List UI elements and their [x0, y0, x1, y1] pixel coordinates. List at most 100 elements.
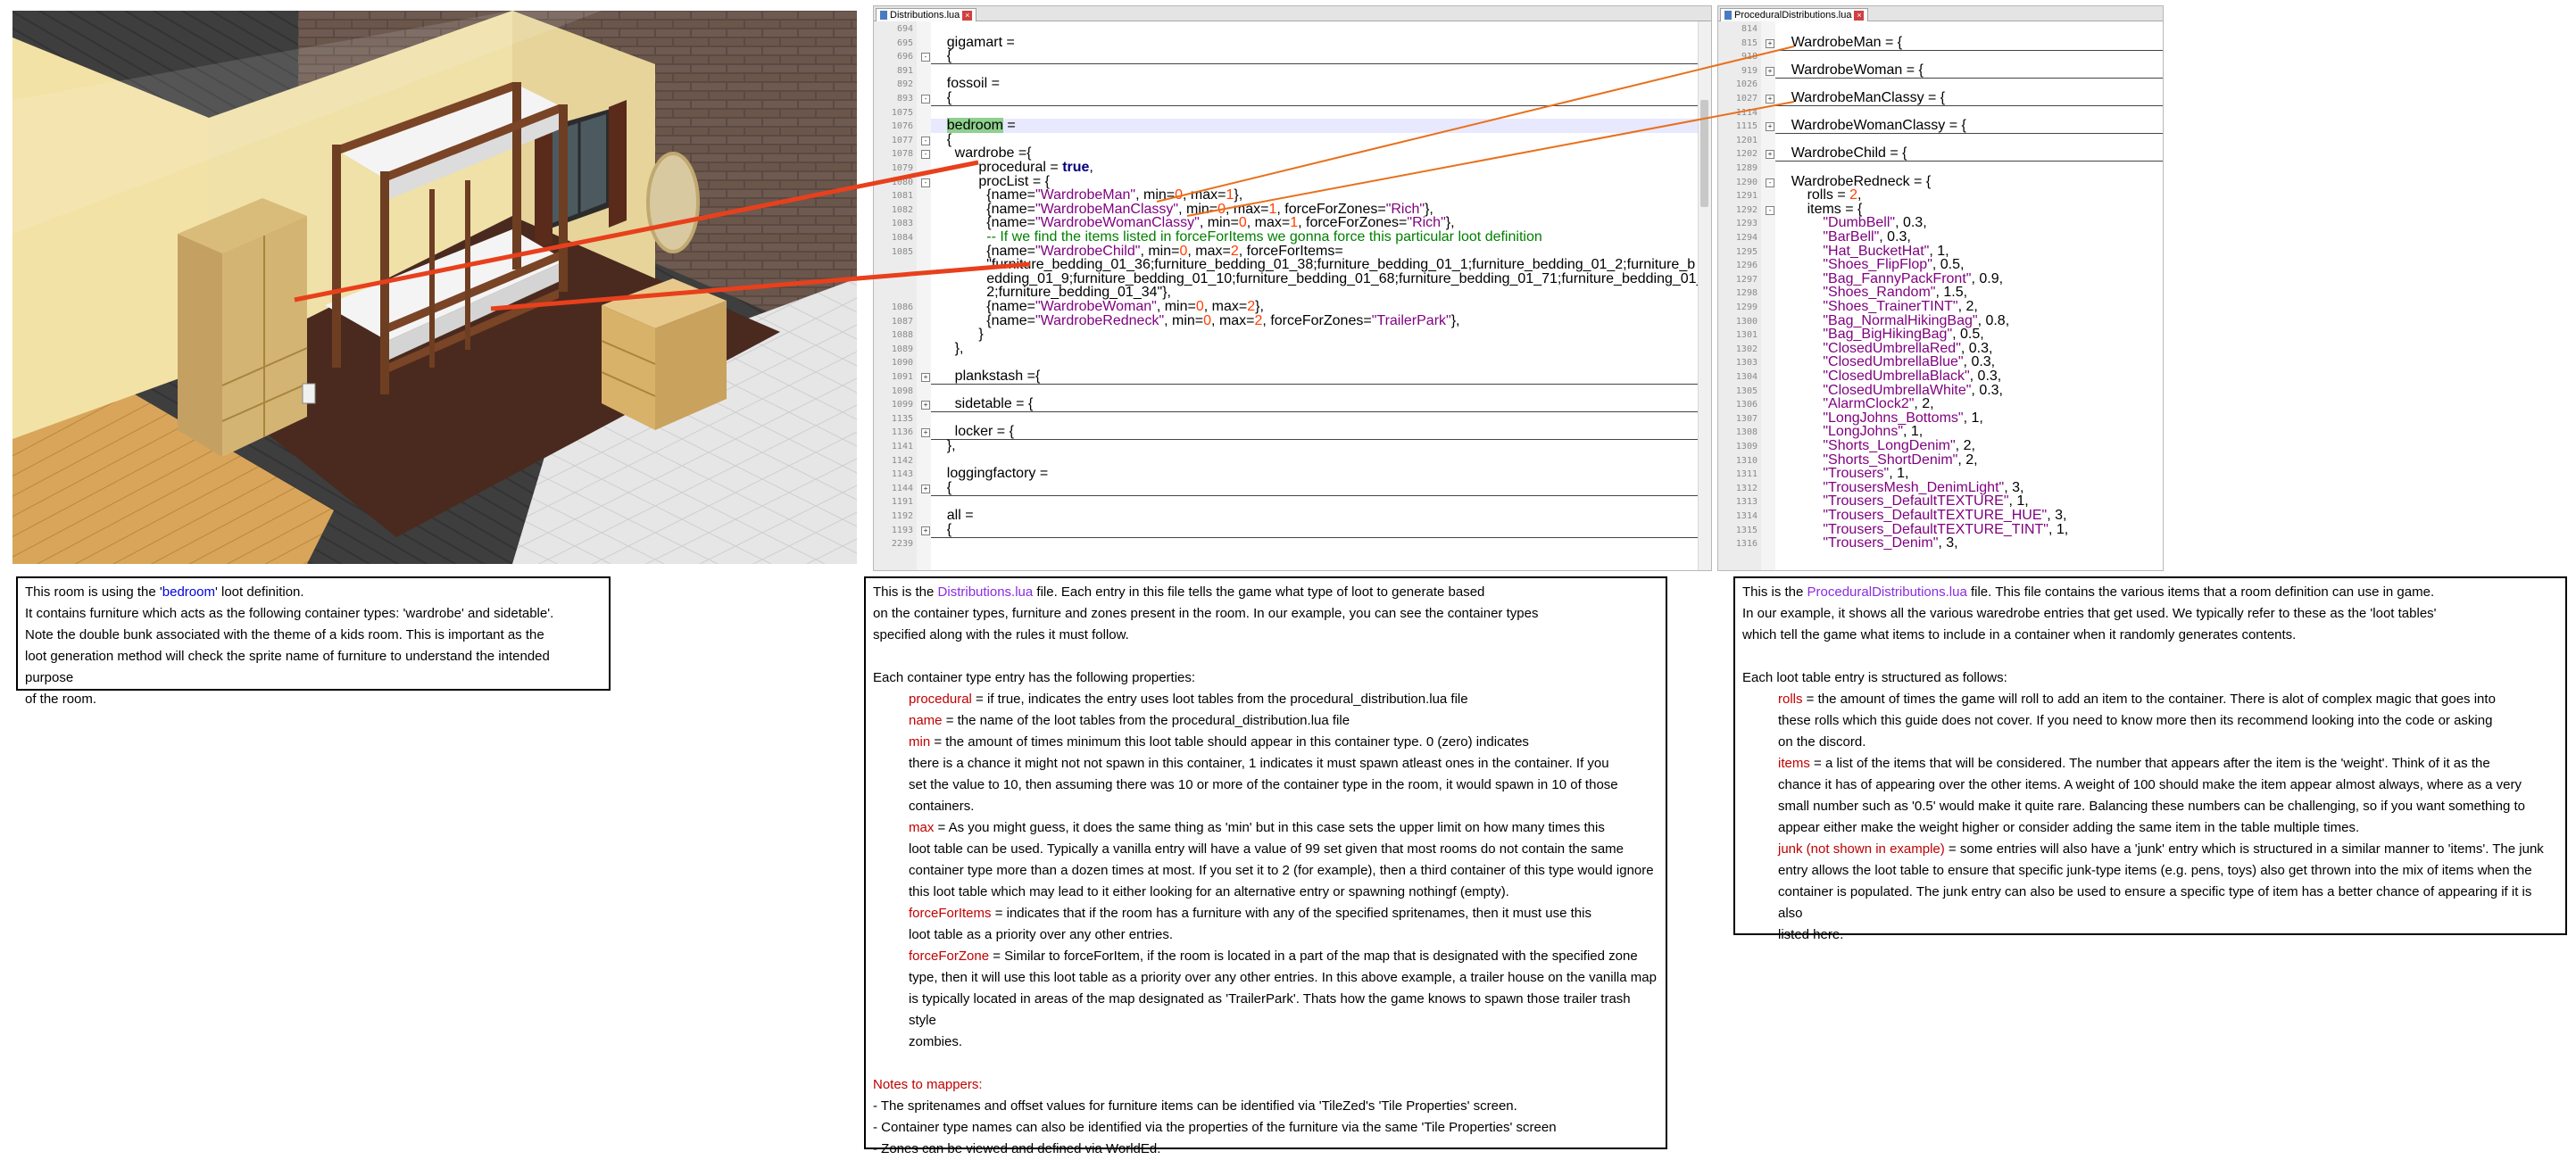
code-line[interactable]: "Bag_BigHikingBag", 0.5, — [1775, 327, 2163, 342]
fold-expand-icon[interactable]: + — [921, 484, 930, 493]
code-line[interactable]: locker = { — [931, 425, 1699, 441]
code-line[interactable] — [931, 355, 1699, 369]
procedural-distributions-editor[interactable]: ProceduralDistributions.lua × 814 815 + Wa… — [1717, 5, 2164, 571]
tab-distributions-lua[interactable]: Distributions.lua × — [876, 8, 977, 21]
code-line[interactable]: "DumbBell", 0.3, — [1775, 216, 2163, 230]
code-line[interactable]: {name="WardrobeMan", min=0, max=1}, — [931, 188, 1699, 203]
code-line[interactable]: WardrobeRedneck = { — [1775, 174, 2163, 189]
code-line[interactable]: procList = { — [931, 174, 1699, 189]
code-line[interactable]: "Trousers", 1, — [1775, 467, 2163, 481]
close-tab-icon[interactable]: × — [962, 10, 973, 21]
code-line[interactable]: wardrobe ={ — [931, 146, 1699, 161]
fold-expand-icon[interactable]: + — [921, 401, 930, 410]
code-line[interactable]: rolls = 2, — [1775, 188, 2163, 203]
code-line[interactable]: "AlarmClock2", 2, — [1775, 397, 2163, 411]
code-line[interactable]: } — [931, 327, 1699, 342]
tab-procedural-distributions-lua[interactable]: ProceduralDistributions.lua × — [1720, 8, 1869, 21]
scrollbar-thumb[interactable] — [1700, 100, 1708, 207]
code-line[interactable]: {name="WardrobeChild", min=0, max=2, for… — [931, 244, 1699, 259]
code-line[interactable] — [1775, 161, 2163, 175]
fold-collapse-icon[interactable]: - — [921, 95, 930, 104]
code-line[interactable]: "Shoes_Random", 1.5, — [1775, 286, 2163, 300]
fold-expand-icon[interactable]: + — [1766, 66, 1774, 76]
code-line[interactable]: WardrobeWoman = { — [1775, 62, 2163, 79]
code-line[interactable]: items = { — [1775, 202, 2163, 217]
code-line[interactable]: }, — [931, 341, 1699, 356]
code-line[interactable] — [1775, 105, 2163, 120]
fold-expand-icon[interactable]: + — [1766, 150, 1774, 160]
code-line[interactable]: loggingfactory = — [931, 467, 1699, 481]
code-line[interactable] — [1775, 133, 2163, 147]
code-line[interactable]: "ClosedUmbrellaRed", 0.3, — [1775, 341, 2163, 356]
close-tab-icon[interactable]: × — [1854, 10, 1865, 21]
code-line[interactable]: "BarBell", 0.3, — [1775, 230, 2163, 244]
fold-collapse-icon[interactable]: - — [921, 53, 930, 62]
code-line[interactable]: "Bag_NormalHikingBag", 0.8, — [1775, 313, 2163, 328]
fold-collapse-icon[interactable]: - — [921, 178, 930, 187]
code-line[interactable]: plankstash ={ — [931, 369, 1699, 385]
code-line[interactable]: "Trousers_DefaultTEXTURE_HUE", 3, — [1775, 509, 2163, 523]
code-line[interactable]: edding_01_9;furniture_bedding_01_10;furn… — [931, 271, 1711, 286]
vertical-scrollbar[interactable] — [1698, 21, 1711, 570]
fold-expand-icon[interactable]: + — [1766, 122, 1774, 132]
code-line[interactable]: {name="WardrobeWomanClassy", min=0, max=… — [931, 216, 1699, 230]
code-line[interactable]: -- If we find the items listed in forceF… — [931, 230, 1699, 244]
code-line[interactable]: "Bag_FannyPackFront", 0.9, — [1775, 271, 2163, 286]
code-line[interactable]: {name="WardrobeWoman", min=0, max=2}, — [931, 300, 1699, 314]
code-line[interactable]: { — [931, 91, 1699, 106]
code-line[interactable]: "Shoes_TrainerTINT", 2, — [1775, 300, 2163, 314]
code-line[interactable]: gigamart = — [931, 35, 1699, 50]
code-line[interactable]: {name="WardrobeManClassy", min=0, max=1,… — [931, 202, 1699, 217]
code-line[interactable]: sidetable = { — [931, 397, 1699, 413]
code-line[interactable]: procedural = true, — [931, 161, 1699, 175]
code-line[interactable]: { — [931, 49, 1699, 65]
fold-expand-icon[interactable]: + — [1766, 95, 1774, 104]
code-line[interactable] — [1775, 77, 2163, 91]
code-line[interactable] — [931, 411, 1699, 426]
code-line[interactable] — [931, 453, 1699, 468]
code-line[interactable] — [1775, 49, 2163, 63]
code-line[interactable] — [931, 494, 1699, 509]
code-line[interactable] — [931, 384, 1699, 398]
fold-collapse-icon[interactable]: - — [921, 136, 930, 145]
code-line[interactable]: "Shorts_LongDenim", 2, — [1775, 439, 2163, 453]
code-line[interactable]: WardrobeChild = { — [1775, 146, 2163, 162]
code-line[interactable] — [1775, 21, 2163, 36]
code-line[interactable]: WardrobeMan = { — [1775, 35, 2163, 51]
fold-expand-icon[interactable]: + — [921, 428, 930, 438]
fold-expand-icon[interactable]: + — [1766, 38, 1774, 48]
code-line[interactable]: WardrobeManClassy = { — [1775, 91, 2163, 106]
fold-expand-icon[interactable]: + — [921, 373, 930, 382]
code-line[interactable]: {name="WardrobeRedneck", min=0, max=2, f… — [931, 313, 1699, 328]
code-line[interactable]: "ClosedUmbrellaBlack", 0.3, — [1775, 369, 2163, 384]
code-line[interactable]: "TrousersMesh_DenimLight", 3, — [1775, 480, 2163, 495]
code-line[interactable]: bedroom = — [931, 118, 1699, 134]
code-line[interactable]: 2;furniture_bedding_01_34"}, — [931, 286, 1699, 300]
code-line[interactable]: "Shorts_ShortDenim", 2, — [1775, 452, 2163, 468]
code-line[interactable]: "Trousers_DefaultTEXTURE_TINT", 1, — [1775, 522, 2163, 537]
distributions-editor[interactable]: Distributions.lua × 694 695 gigamart = 696… — [873, 5, 1712, 571]
fold-collapse-icon[interactable]: - — [1766, 205, 1774, 215]
code-line[interactable]: "ClosedUmbrellaBlue", 0.3, — [1775, 355, 2163, 369]
code-line[interactable]: "Shoes_FlipFlop", 0.5, — [1775, 258, 2163, 272]
code-line[interactable]: "Hat_BucketHat", 1, — [1775, 244, 2163, 259]
code-line[interactable]: "Trousers_Denim", 3, — [1775, 536, 2163, 551]
code-line[interactable]: { — [931, 522, 1699, 538]
code-line[interactable]: all = — [931, 509, 1699, 523]
code-line[interactable] — [931, 63, 1699, 78]
code-line[interactable] — [931, 21, 1699, 36]
code-line[interactable]: "LongJohns", 1, — [1775, 425, 2163, 439]
code-line[interactable]: fossoil = — [931, 77, 1699, 91]
code-line[interactable] — [931, 536, 1699, 551]
fold-collapse-icon[interactable]: - — [921, 150, 930, 160]
fold-collapse-icon[interactable]: - — [1766, 178, 1774, 187]
code-line[interactable] — [931, 105, 1699, 120]
code-line[interactable]: "furniture_bedding_01_36;furniture_beddi… — [931, 258, 1699, 272]
code-line[interactable]: "ClosedUmbrellaWhite", 0.3, — [1775, 383, 2163, 398]
code-line[interactable]: "Trousers_DefaultTEXTURE", 1, — [1775, 494, 2163, 509]
code-line[interactable]: "LongJohns_Bottoms", 1, — [1775, 410, 2163, 426]
code-line[interactable]: WardrobeWomanClassy = { — [1775, 119, 2163, 135]
code-line[interactable]: }, — [931, 439, 1699, 453]
code-line[interactable]: { — [931, 480, 1699, 496]
fold-expand-icon[interactable]: + — [921, 526, 930, 535]
